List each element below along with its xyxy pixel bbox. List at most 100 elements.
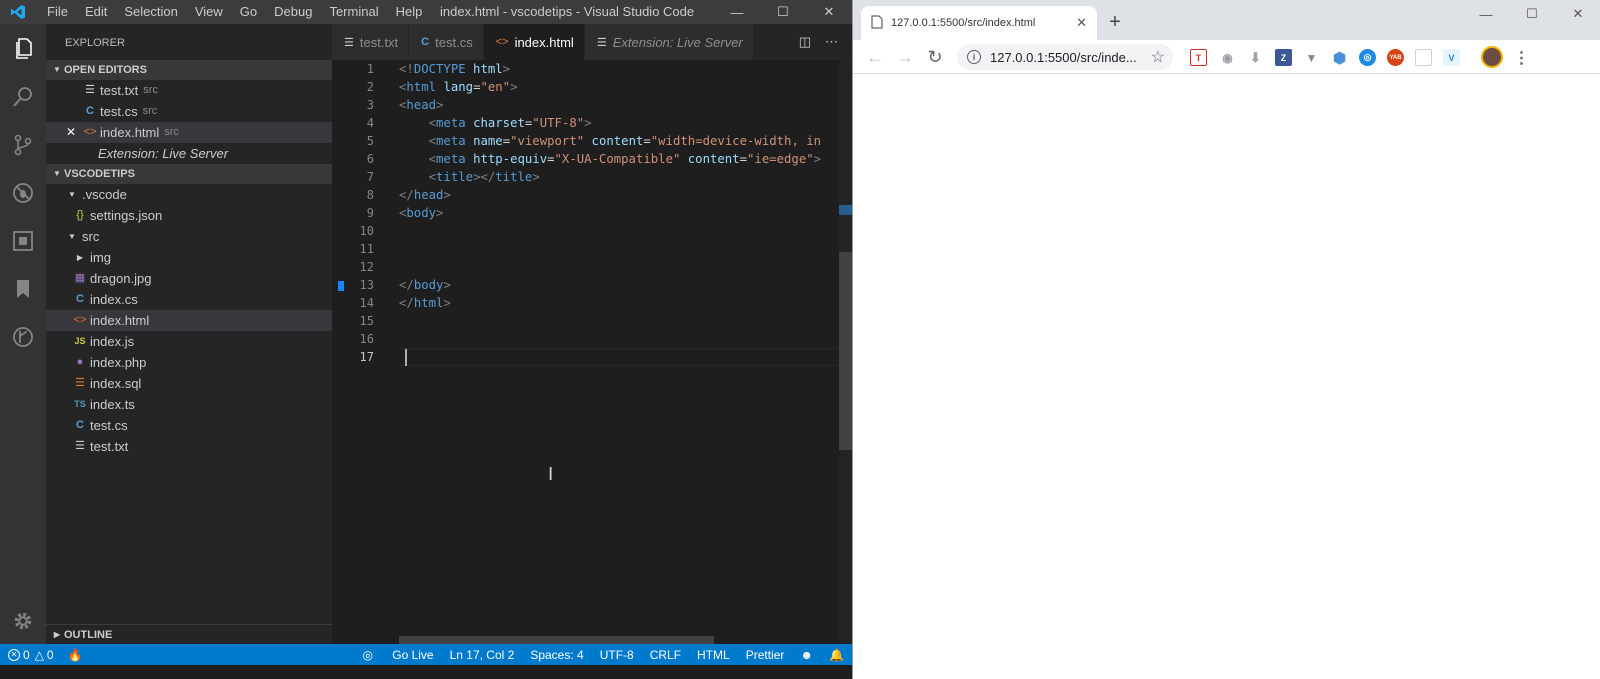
bookmark-star-icon[interactable]: ☆ bbox=[1151, 47, 1165, 67]
menu-debug[interactable]: Debug bbox=[265, 0, 320, 24]
code-line[interactable] bbox=[399, 312, 852, 330]
tree-folder[interactable]: ▼ .vscode bbox=[46, 184, 332, 205]
scrollbar-thumb[interactable] bbox=[839, 252, 852, 450]
code-line[interactable] bbox=[399, 348, 852, 366]
code-line[interactable]: <html lang="en"> bbox=[399, 78, 852, 96]
tree-file[interactable]: ● index.php bbox=[46, 352, 332, 373]
tab-test-cs[interactable]: C test.cs bbox=[409, 24, 484, 60]
code-line[interactable]: <title></title> bbox=[399, 168, 852, 186]
split-editor-icon[interactable]: ◫ bbox=[799, 34, 811, 50]
shield-extension-icon[interactable]: ⬢ bbox=[1331, 49, 1348, 67]
tree-file[interactable]: C test.cs bbox=[46, 415, 332, 436]
chrome-menu-icon[interactable]: ⋮ bbox=[1513, 49, 1530, 67]
close-button[interactable]: ✕ bbox=[1555, 0, 1600, 28]
maximize-button[interactable]: ☐ bbox=[1509, 0, 1555, 28]
new-tab-button[interactable]: + bbox=[1103, 10, 1127, 34]
formatter[interactable]: Prettier bbox=[746, 648, 785, 662]
info-icon[interactable]: i bbox=[967, 50, 981, 64]
back-arrow-icon[interactable]: ← bbox=[863, 45, 887, 69]
circle-extension-icon[interactable]: ◎ bbox=[1359, 49, 1376, 66]
menu-file[interactable]: File bbox=[38, 0, 76, 24]
tab-index-html[interactable]: <> index.html bbox=[483, 24, 585, 60]
close-tab-icon[interactable]: ✕ bbox=[1076, 15, 1087, 31]
address-bar[interactable]: i 127.0.0.1:5500/src/inde... ☆ bbox=[957, 44, 1173, 70]
vue-devtools-icon[interactable]: ▼ bbox=[1303, 49, 1320, 66]
code-line[interactable]: <meta name="viewport" content="width=dev… bbox=[399, 132, 852, 150]
workspace-header[interactable]: ▼ VSCODETIPS bbox=[46, 164, 332, 184]
code-line[interactable]: </body> bbox=[399, 276, 852, 294]
menu-edit[interactable]: Edit bbox=[76, 0, 115, 24]
debug-icon[interactable] bbox=[0, 170, 46, 216]
flame-icon[interactable]: 🔥 bbox=[68, 648, 83, 662]
bookmarks-icon[interactable] bbox=[0, 266, 46, 312]
menu-go[interactable]: Go bbox=[231, 0, 265, 24]
error-count[interactable]: 0 bbox=[23, 648, 30, 662]
code-line[interactable] bbox=[399, 222, 852, 240]
minimize-button[interactable]: — bbox=[1463, 0, 1509, 28]
extension-v-icon[interactable]: V bbox=[1443, 49, 1460, 66]
tree-file[interactable]: ☰ test.txt bbox=[46, 436, 332, 457]
notifications-bell-icon[interactable]: 🔔 bbox=[829, 648, 844, 662]
language-mode[interactable]: HTML bbox=[697, 648, 730, 662]
go-live-button[interactable]: ◎ Go Live bbox=[346, 648, 433, 662]
line-endings[interactable]: CRLF bbox=[650, 648, 681, 662]
code-editor[interactable]: 1 2 3 4 5 6 7 8 9 10 11 12 13 14 15 16 17 <!DOCTYPE html… bbox=[332, 60, 852, 644]
open-editor-item[interactable]: ☰ test.txt src bbox=[46, 80, 332, 101]
maximize-button[interactable]: ☐ bbox=[760, 0, 806, 24]
tab-test-txt[interactable]: ☰ test.txt bbox=[332, 24, 410, 60]
address-text[interactable]: 127.0.0.1:5500/src/inde... bbox=[990, 50, 1151, 65]
tree-file[interactable]: TS index.ts bbox=[46, 394, 332, 415]
tree-folder[interactable]: ▼ src bbox=[46, 226, 332, 247]
browser-tab[interactable]: 127.0.0.1:5500/src/index.html ✕ bbox=[861, 6, 1097, 40]
blank-extension-icon[interactable] bbox=[1415, 49, 1432, 66]
explorer-icon[interactable] bbox=[0, 26, 46, 72]
open-editor-item[interactable]: C test.cs src bbox=[46, 101, 332, 122]
download-icon[interactable]: ⬇ bbox=[1247, 49, 1264, 66]
code-line[interactable] bbox=[399, 258, 852, 276]
warning-count[interactable]: 0 bbox=[47, 648, 54, 662]
errors-icon[interactable]: ✕ bbox=[8, 648, 20, 661]
code-line[interactable]: <meta charset="UTF-8"> bbox=[399, 114, 852, 132]
feedback-smiley-icon[interactable]: ☻ bbox=[800, 648, 813, 662]
code-line[interactable]: </html> bbox=[399, 294, 852, 312]
menu-terminal[interactable]: Terminal bbox=[320, 0, 386, 24]
extension-z-icon[interactable]: Z bbox=[1275, 49, 1292, 66]
code-content[interactable]: <!DOCTYPE html> <html lang="en"> <head> <m… bbox=[399, 60, 852, 366]
tab-extension-live-server[interactable]: ☰ Extension: Live Server bbox=[584, 24, 754, 60]
tree-folder[interactable]: ▶ img bbox=[46, 247, 332, 268]
extensions-icon[interactable] bbox=[0, 218, 46, 264]
settings-gear-icon[interactable] bbox=[0, 598, 46, 644]
encoding[interactable]: UTF-8 bbox=[600, 648, 634, 662]
close-editor-icon[interactable]: ✕ bbox=[66, 122, 76, 143]
tree-file[interactable]: {} settings.json bbox=[46, 205, 332, 226]
code-line[interactable]: <!DOCTYPE html> bbox=[399, 60, 852, 78]
indentation[interactable]: Spaces: 4 bbox=[530, 648, 583, 662]
gitlens-icon[interactable] bbox=[0, 314, 46, 360]
minimize-button[interactable]: — bbox=[714, 0, 760, 24]
code-line[interactable]: <meta http-equiv="X-UA-Compatible" conte… bbox=[399, 150, 852, 168]
close-button[interactable]: ✕ bbox=[806, 0, 852, 24]
tree-file[interactable]: JS index.js bbox=[46, 331, 332, 352]
open-editor-item[interactable]: Extension: Live Server bbox=[46, 143, 332, 164]
warnings-icon[interactable]: △ bbox=[35, 648, 44, 662]
vertical-scrollbar[interactable] bbox=[839, 60, 852, 644]
forward-arrow-icon[interactable]: → bbox=[893, 45, 917, 69]
outline-header[interactable]: ▶ OUTLINE bbox=[46, 625, 332, 645]
profile-avatar[interactable] bbox=[1481, 46, 1503, 68]
horizontal-scrollbar-thumb[interactable] bbox=[399, 636, 714, 644]
code-line[interactable]: <head> bbox=[399, 96, 852, 114]
open-editor-item-active[interactable]: ✕ <> index.html src bbox=[46, 122, 332, 143]
cursor-position[interactable]: Ln 17, Col 2 bbox=[450, 648, 515, 662]
tree-file-selected[interactable]: <> index.html bbox=[46, 310, 332, 331]
source-control-icon[interactable] bbox=[0, 122, 46, 168]
menu-selection[interactable]: Selection bbox=[115, 0, 185, 24]
tree-file[interactable]: C index.cs bbox=[46, 289, 332, 310]
code-line[interactable]: </head> bbox=[399, 186, 852, 204]
extension-t-icon[interactable]: T bbox=[1190, 49, 1207, 66]
menu-view[interactable]: View bbox=[186, 0, 231, 24]
open-editors-header[interactable]: ▼ OPEN EDITORS bbox=[46, 60, 332, 80]
reload-icon[interactable]: ↻ bbox=[923, 45, 947, 69]
more-actions-icon[interactable]: ⋯ bbox=[825, 34, 838, 50]
tree-file[interactable]: ☰ index.sql bbox=[46, 373, 332, 394]
code-line[interactable] bbox=[399, 330, 852, 348]
